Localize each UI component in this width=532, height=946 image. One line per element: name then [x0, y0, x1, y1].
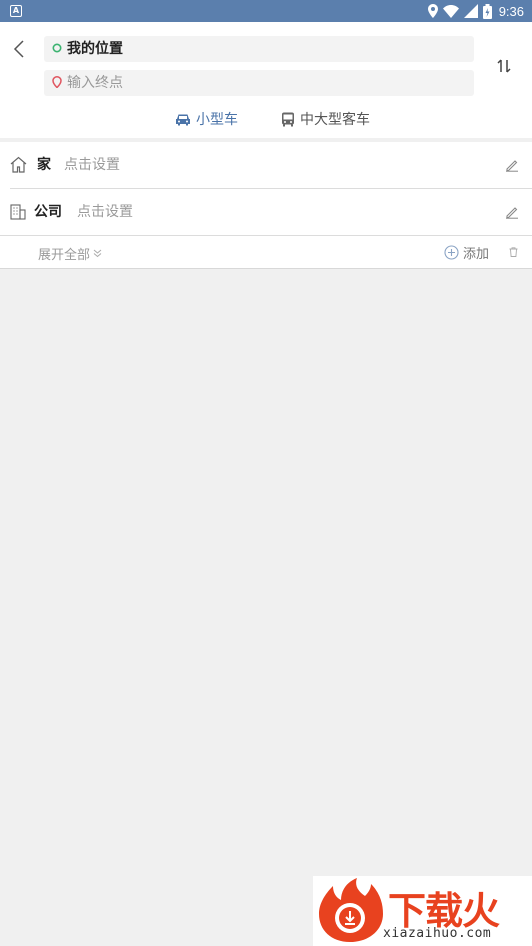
destination-input[interactable]: 输入终点: [44, 70, 474, 96]
location-icon: [427, 4, 438, 18]
watermark-logo: 下载火 xiazaihuo.com: [313, 876, 532, 946]
building-icon: [10, 204, 26, 220]
tab-bus-label: 中大型客车: [300, 112, 370, 128]
tab-small-car[interactable]: 小型车: [175, 108, 238, 130]
vehicle-mode-tabs: 小型车 中大型客车: [0, 108, 532, 130]
saved-places-panel: 家 点击设置 公司 点击设置 展开全部 添加: [0, 142, 532, 269]
bus-icon: [282, 112, 294, 126]
edit-office-icon[interactable]: [505, 205, 519, 219]
app-notification-icon: A: [10, 5, 22, 17]
status-icons: 9:36: [427, 2, 524, 20]
plus-circle-icon: [444, 245, 459, 260]
home-row[interactable]: 家 点击设置: [0, 142, 532, 188]
start-location-text: 我的位置: [67, 41, 123, 57]
tab-small-car-label: 小型车: [196, 112, 238, 128]
home-icon: [10, 156, 27, 173]
watermark-url: xiazaihuo.com: [383, 926, 492, 941]
add-place-button[interactable]: 添加: [444, 243, 489, 262]
divider: [0, 235, 532, 236]
wifi-icon: [442, 4, 459, 18]
signal-icon: [463, 4, 478, 18]
home-set-prompt: 点击设置: [64, 157, 120, 173]
office-label: 公司: [34, 204, 62, 220]
destination-pin-icon: [52, 76, 62, 88]
swap-icon[interactable]: [494, 56, 514, 76]
battery-icon: [482, 3, 492, 19]
expand-all-button[interactable]: 展开全部: [38, 244, 102, 263]
places-footer: 展开全部 添加: [0, 237, 532, 269]
home-label: 家: [37, 157, 51, 173]
route-header: 我的位置 输入终点 小型车 中大型客车: [0, 22, 532, 138]
clock: 9:36: [498, 3, 524, 19]
car-icon: [176, 114, 190, 125]
start-point-icon: [52, 43, 62, 53]
destination-placeholder: 输入终点: [67, 75, 123, 91]
add-place-label: 添加: [463, 247, 490, 262]
start-location-field[interactable]: 我的位置: [44, 36, 474, 62]
status-bar: A 9:36: [0, 0, 532, 22]
flame-logo-icon: [319, 878, 383, 942]
edit-home-icon[interactable]: [505, 158, 519, 172]
expand-all-label: 展开全部: [38, 248, 91, 263]
back-arrow-icon[interactable]: [10, 39, 30, 59]
office-row[interactable]: 公司 点击设置: [0, 189, 532, 235]
tab-bus[interactable]: 中大型客车: [281, 108, 370, 130]
office-set-prompt: 点击设置: [77, 204, 133, 220]
double-chevron-down-icon: [93, 249, 102, 258]
trash-icon[interactable]: [509, 247, 518, 257]
